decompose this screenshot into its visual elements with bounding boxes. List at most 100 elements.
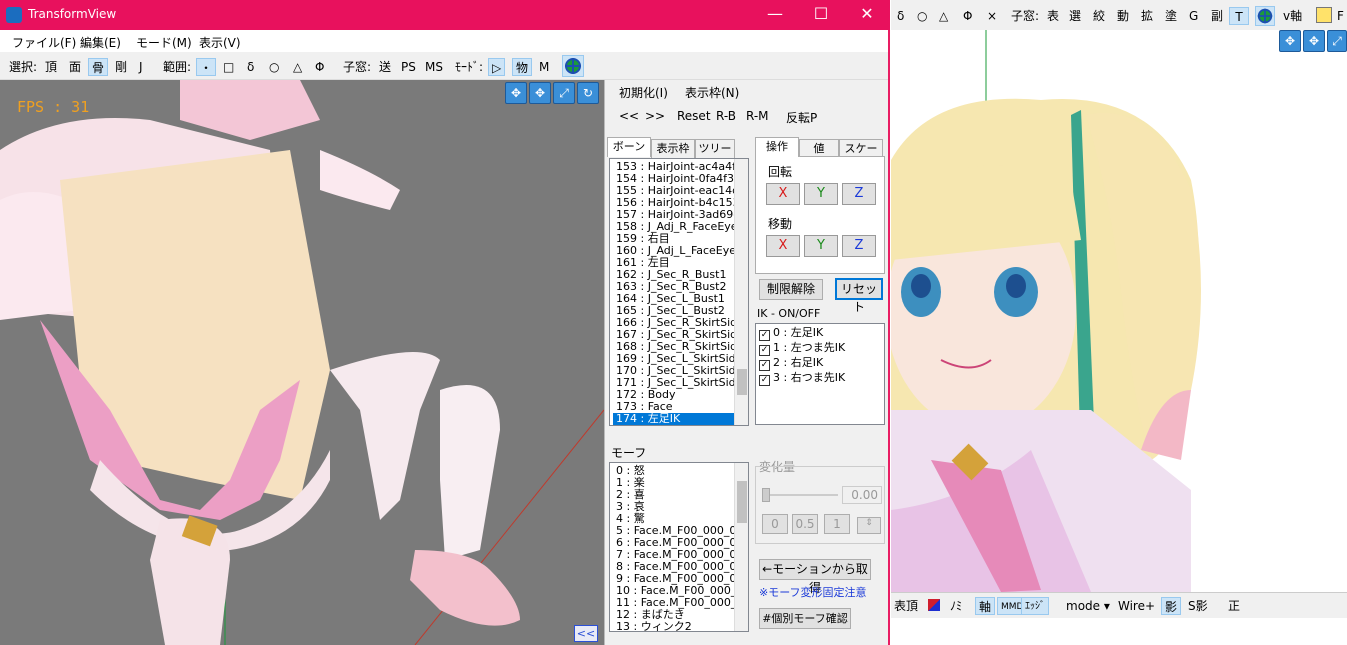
change-slider-thumb[interactable] bbox=[762, 488, 770, 502]
wire-plus-button[interactable]: Wire+ bbox=[1115, 597, 1158, 615]
move-view-icon[interactable]: ✥ bbox=[1279, 30, 1301, 52]
rotate-view-icon[interactable]: ↻ bbox=[577, 82, 599, 104]
child-t[interactable]: T bbox=[1229, 7, 1249, 25]
change-slider-track[interactable] bbox=[762, 494, 838, 496]
move-view-icon[interactable]: ✥ bbox=[505, 82, 527, 104]
range-circle[interactable]: ○ bbox=[915, 7, 929, 25]
list-item[interactable]: 174 : 左足IK bbox=[613, 413, 748, 425]
checkbox-checked-icon[interactable]: ✓ bbox=[759, 375, 770, 386]
secondary-viewport[interactable]: ✥ ✥ ⤢ bbox=[891, 30, 1347, 592]
range-point[interactable]: ・ bbox=[196, 58, 217, 76]
range-triangle[interactable]: △ bbox=[937, 7, 950, 25]
s-shadow-button[interactable]: S影 bbox=[1185, 597, 1211, 615]
minimize-button[interactable]: — bbox=[752, 0, 798, 30]
reset-nav-button[interactable]: Reset bbox=[677, 109, 711, 123]
menu-initialize[interactable]: 初期化(I) bbox=[619, 84, 668, 101]
move-y-button[interactable]: Y bbox=[804, 235, 838, 257]
mode-dropdown[interactable]: mode ▾ bbox=[1063, 597, 1113, 615]
menu-view[interactable]: 表示(V) bbox=[199, 34, 241, 51]
child-paint[interactable]: 塗 bbox=[1163, 7, 1179, 25]
reset-button[interactable]: リセット bbox=[835, 278, 883, 314]
move-x-button[interactable]: X bbox=[766, 235, 800, 257]
ik-item[interactable]: ✓ 3 : 右つま先IK bbox=[759, 371, 881, 386]
collapse-panel-button[interactable]: << bbox=[574, 625, 598, 642]
child-g[interactable]: G bbox=[1187, 7, 1200, 25]
range-phi[interactable]: Φ bbox=[961, 7, 974, 25]
child-sub[interactable]: 副 bbox=[1209, 7, 1225, 25]
rotate-x-button[interactable]: X bbox=[766, 183, 800, 205]
menu-display-frame[interactable]: 表示枠(N) bbox=[685, 84, 739, 101]
target-icon[interactable] bbox=[562, 55, 584, 77]
mode-physics[interactable]: 物 bbox=[512, 58, 533, 76]
preset-half-button[interactable]: 0.5 bbox=[792, 514, 818, 534]
v-axis-button[interactable]: v軸 bbox=[1281, 7, 1304, 25]
lock-icon[interactable]: ⇕ bbox=[857, 517, 881, 534]
checkbox-checked-icon[interactable]: ✓ bbox=[759, 330, 770, 341]
prev-button[interactable]: << bbox=[619, 109, 639, 123]
morph-list[interactable]: 0 : 怒1 : 楽2 : 喜3 : 哀4 : 驚5 : Face.M_F00_… bbox=[609, 462, 749, 632]
mode-m[interactable]: M bbox=[536, 58, 552, 76]
maximize-button[interactable]: ☐ bbox=[798, 0, 844, 30]
front-button[interactable]: 正 bbox=[1225, 597, 1243, 615]
zoom-view-icon[interactable]: ⤢ bbox=[553, 82, 575, 104]
checkbox-checked-icon[interactable]: ✓ bbox=[759, 360, 770, 371]
edge-button[interactable]: ｴｯｼﾞ bbox=[1021, 597, 1049, 615]
axis-button[interactable]: 軸 bbox=[975, 597, 996, 615]
f-button[interactable]: F bbox=[1335, 7, 1346, 25]
tab-bone[interactable]: ボーン bbox=[607, 137, 651, 157]
3d-viewport[interactable]: FPS : 31 ✥ ✥ ⤢ ↻ << bbox=[0, 80, 604, 645]
bone-list-thumb[interactable] bbox=[737, 369, 747, 395]
list-item[interactable]: 13 : ウィンク2 bbox=[613, 621, 748, 632]
select-bone[interactable]: 骨 bbox=[88, 58, 109, 76]
range-triangle[interactable]: △ bbox=[290, 58, 305, 76]
mode-play[interactable]: ▷ bbox=[488, 58, 506, 76]
tab-tree[interactable]: ツリー bbox=[695, 139, 735, 159]
ik-item[interactable]: ✓ 0 : 左足IK bbox=[759, 326, 881, 341]
rotate-y-button[interactable]: Y bbox=[804, 183, 838, 205]
preset-0-button[interactable]: 0 bbox=[762, 514, 788, 534]
morph-list-thumb[interactable] bbox=[737, 481, 747, 523]
range-phi[interactable]: Φ bbox=[312, 58, 327, 76]
child-move[interactable]: 動 bbox=[1115, 7, 1131, 25]
next-button[interactable]: >> bbox=[645, 109, 665, 123]
grid-icon[interactable] bbox=[1316, 7, 1332, 23]
select-rigid[interactable]: 剛 bbox=[112, 58, 130, 76]
bone-list-scrollbar[interactable] bbox=[734, 159, 748, 425]
menu-file[interactable]: ファイル(F) bbox=[12, 34, 76, 51]
menu-mode[interactable]: モード(M) bbox=[136, 34, 192, 51]
bone-list[interactable]: 153 : HairJoint-ac4a4ff 154 : HairJoint-0… bbox=[609, 158, 749, 426]
morph-list-scrollbar[interactable] bbox=[734, 463, 748, 631]
child-select[interactable]: 選 bbox=[1067, 7, 1083, 25]
child-scale[interactable]: 拡 bbox=[1139, 7, 1155, 25]
pan-view-icon[interactable]: ✥ bbox=[1303, 30, 1325, 52]
get-from-motion-button[interactable]: ←モーションから取得 bbox=[759, 559, 871, 595]
child-ms[interactable]: MS bbox=[422, 58, 446, 76]
rm-button[interactable]: R-M bbox=[746, 109, 769, 123]
tab-display-frame[interactable]: 表示枠 bbox=[651, 139, 695, 159]
child-send[interactable]: 送 bbox=[376, 58, 394, 76]
zoom-view-icon[interactable]: ⤢ bbox=[1327, 30, 1347, 52]
range-delta[interactable]: δ bbox=[244, 58, 257, 76]
move-z-button[interactable]: Z bbox=[842, 235, 876, 257]
select-joint[interactable]: J bbox=[136, 58, 146, 76]
child-ps[interactable]: PS bbox=[398, 58, 419, 76]
individual-morph-button[interactable]: #個別モーフ確認 bbox=[759, 608, 851, 629]
pan-view-icon[interactable]: ✥ bbox=[529, 82, 551, 104]
range-rect[interactable]: □ bbox=[220, 58, 237, 76]
select-vertex[interactable]: 頂 bbox=[42, 58, 60, 76]
tab-operation[interactable]: 操作 bbox=[755, 137, 799, 157]
change-value-field[interactable]: 0.00 bbox=[842, 486, 882, 504]
range-x[interactable]: × bbox=[985, 7, 999, 25]
menu-edit[interactable]: 編集(E) bbox=[80, 34, 121, 51]
ik-item[interactable]: ✓ 1 : 左つま先IK bbox=[759, 341, 881, 356]
range-circle[interactable]: ○ bbox=[266, 58, 282, 76]
ik-item[interactable]: ✓ 2 : 右足IK bbox=[759, 356, 881, 371]
range-delta[interactable]: δ bbox=[895, 7, 906, 25]
rb-button[interactable]: R-B bbox=[716, 109, 736, 123]
rotate-z-button[interactable]: Z bbox=[842, 183, 876, 205]
title-bar[interactable]: TransformView — ☐ ✕ bbox=[0, 0, 890, 30]
color-icon[interactable] bbox=[928, 599, 940, 611]
shadow-button[interactable]: 影 bbox=[1161, 597, 1182, 615]
target-icon[interactable] bbox=[1255, 6, 1275, 26]
checkbox-checked-icon[interactable]: ✓ bbox=[759, 345, 770, 356]
